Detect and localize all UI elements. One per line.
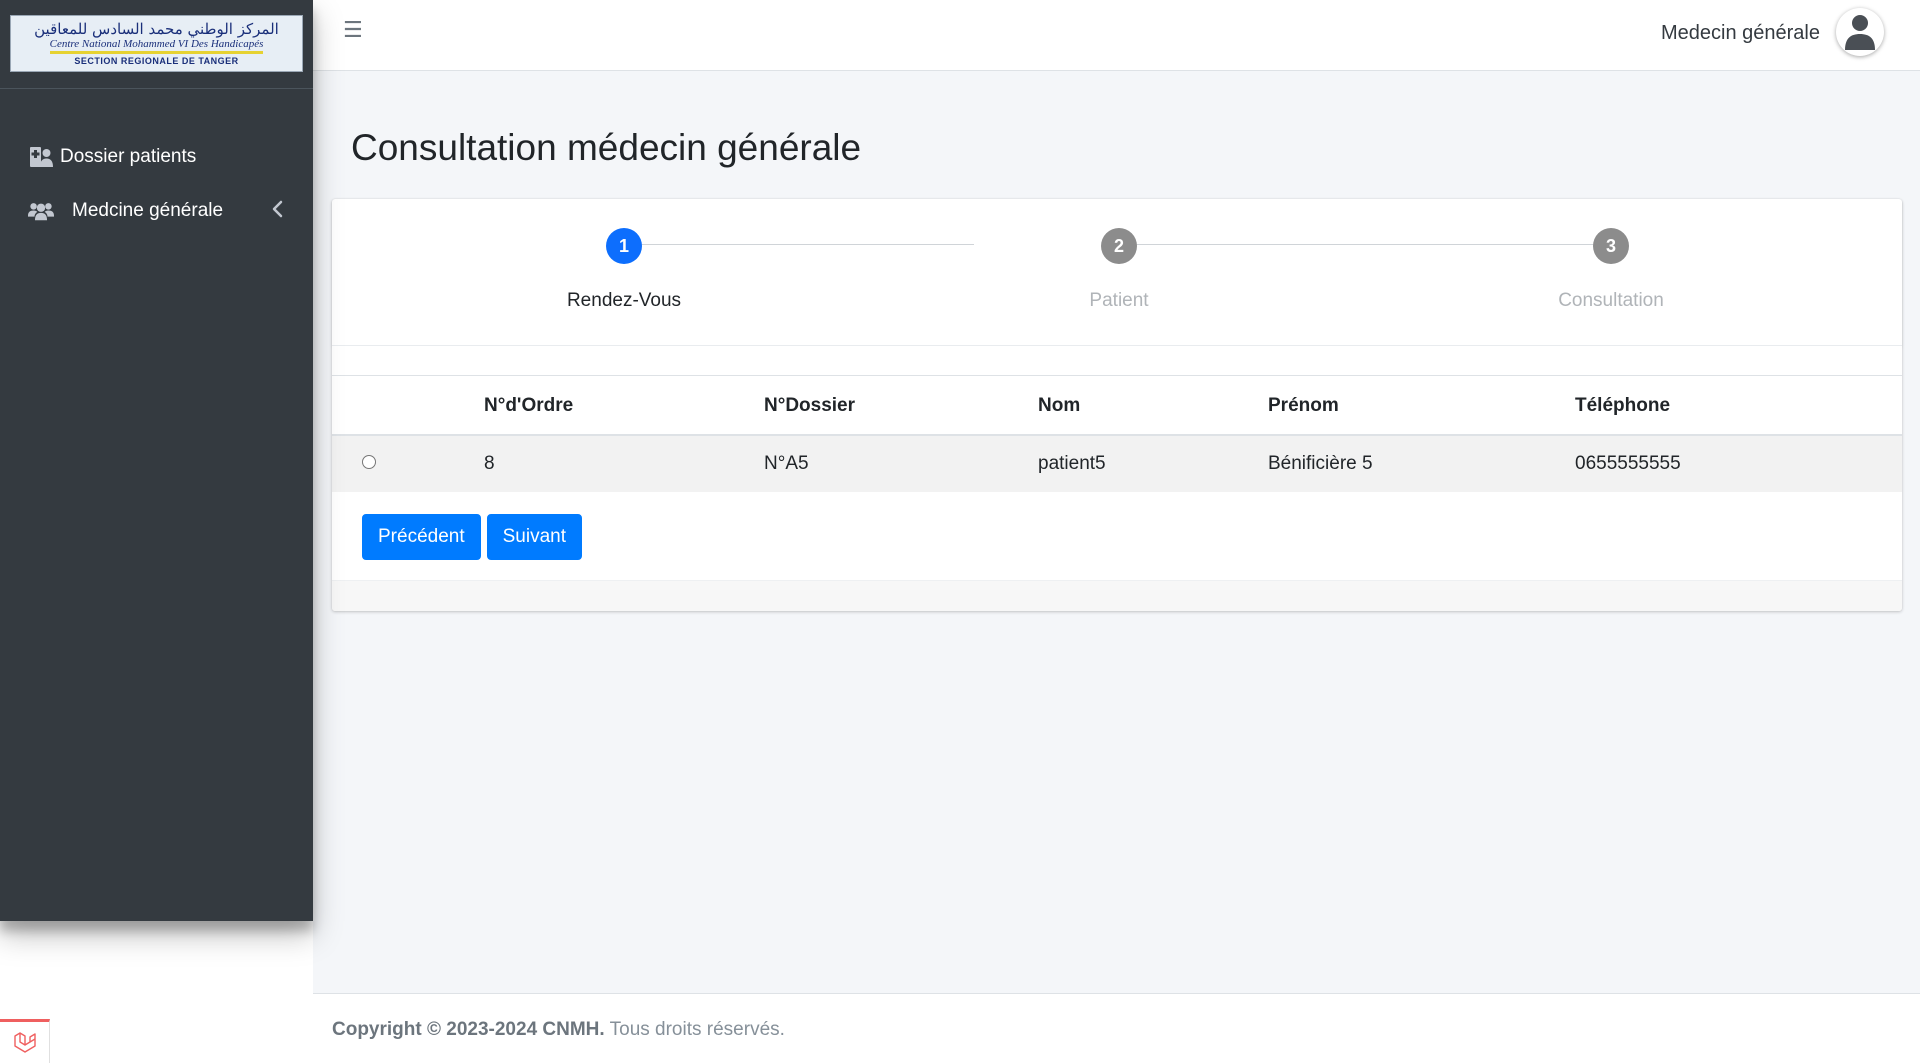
sidebar-item-medcine-generale[interactable]: Medcine générale bbox=[0, 184, 313, 238]
wizard-buttons: Précédent Suivant bbox=[362, 514, 582, 560]
copyright-text: Copyright © 2023-2024 CNMH. bbox=[332, 1019, 605, 1040]
column-header-ordre: N°d'Ordre bbox=[484, 377, 764, 436]
step-2-label[interactable]: Patient bbox=[1089, 290, 1148, 312]
row-select-cell bbox=[332, 435, 484, 492]
user-name[interactable]: Medecin générale bbox=[1661, 22, 1820, 45]
table-row[interactable]: 8 N°A5 patient5 Bénificière 5 0655555555 bbox=[332, 435, 1902, 492]
column-header-dossier: N°Dossier bbox=[764, 377, 1038, 436]
sidebar-nav: Dossier patients Medcine générale bbox=[0, 89, 313, 238]
column-header-nom: Nom bbox=[1038, 377, 1268, 436]
laravel-icon[interactable] bbox=[0, 1019, 50, 1063]
users-icon bbox=[28, 200, 54, 222]
appointments-table: N°d'Ordre N°Dossier Nom Prénom Téléphone… bbox=[332, 377, 1902, 492]
chevron-left-icon[interactable] bbox=[271, 200, 283, 224]
brand[interactable]: المركز الوطني محمد السادس للمعاقين Centr… bbox=[0, 0, 313, 89]
sidebar-item-label: Medcine générale bbox=[72, 200, 224, 221]
column-header-select bbox=[332, 377, 484, 436]
table-top-band bbox=[332, 346, 1902, 376]
table-header-row: N°d'Ordre N°Dossier Nom Prénom Téléphone bbox=[332, 377, 1902, 436]
cell-nom: patient5 bbox=[1038, 435, 1268, 492]
step-connector bbox=[1103, 244, 1594, 245]
footer-text: Copyright © 2023-2024 CNMH. Tous droits … bbox=[332, 1019, 785, 1041]
logo-arabic-text: المركز الوطني محمد السادس للمعاقين bbox=[34, 20, 279, 38]
sidebar: المركز الوطني محمد السادس للمعاقين Centr… bbox=[0, 0, 313, 921]
cell-dossier: N°A5 bbox=[764, 435, 1038, 492]
column-header-prenom: Prénom bbox=[1268, 377, 1575, 436]
consultation-card: 1 Rendez-Vous 2 Patient 3 Consultation N… bbox=[332, 199, 1902, 611]
sidebar-item-label: Dossier patients bbox=[60, 146, 197, 167]
user-avatar-icon[interactable] bbox=[1836, 8, 1884, 56]
stepper: 1 Rendez-Vous 2 Patient 3 Consultation bbox=[332, 199, 1902, 346]
next-button[interactable]: Suivant bbox=[486, 514, 582, 560]
logo-french-text: Centre National Mohammed VI Des Handicap… bbox=[49, 38, 264, 54]
step-3-circle[interactable]: 3 bbox=[1593, 228, 1629, 264]
row-select-radio[interactable] bbox=[362, 455, 376, 469]
page-title: Consultation médecin générale bbox=[351, 127, 862, 168]
cell-telephone: 0655555555 bbox=[1575, 435, 1902, 492]
logo[interactable]: المركز الوطني محمد السادس للمعاقين Centr… bbox=[10, 15, 303, 72]
step-1-label[interactable]: Rendez-Vous bbox=[567, 290, 681, 312]
rights-text: Tous droits réservés. bbox=[604, 1019, 785, 1040]
previous-button[interactable]: Précédent bbox=[362, 514, 481, 560]
top-navbar: ☰ Medecin générale bbox=[313, 0, 1920, 71]
sidebar-item-dossier-patients[interactable]: Dossier patients bbox=[0, 130, 313, 184]
hospital-user-icon bbox=[28, 146, 54, 168]
page-footer: Copyright © 2023-2024 CNMH. Tous droits … bbox=[313, 993, 1920, 1063]
cell-prenom: Bénificière 5 bbox=[1268, 435, 1575, 492]
card-footer bbox=[332, 580, 1902, 611]
column-header-telephone: Téléphone bbox=[1575, 377, 1902, 436]
step-1-circle[interactable]: 1 bbox=[606, 228, 642, 264]
step-2-circle[interactable]: 2 bbox=[1101, 228, 1137, 264]
step-connector bbox=[607, 244, 974, 245]
cell-ordre: 8 bbox=[484, 435, 764, 492]
step-3-label[interactable]: Consultation bbox=[1558, 290, 1664, 312]
menu-toggle-icon[interactable]: ☰ bbox=[343, 17, 363, 43]
logo-section-text: SECTION REGIONALE DE TANGER bbox=[74, 56, 239, 66]
